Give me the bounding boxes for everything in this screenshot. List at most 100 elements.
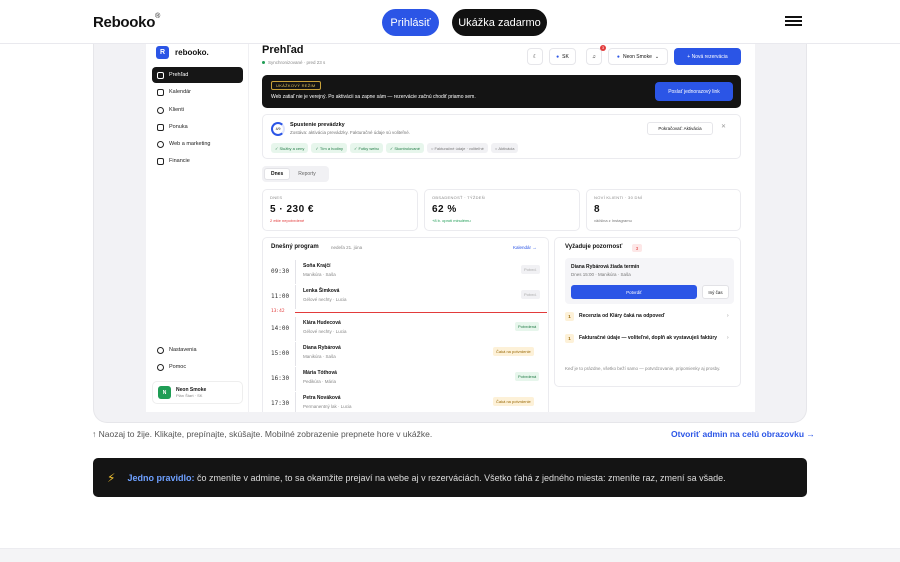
attention-title: Vyžaduje pozornosť xyxy=(565,244,623,250)
launch-card: 4/9 Spustenie prevádzky Zostáva: aktivác… xyxy=(262,114,741,159)
logo-mark: ® xyxy=(155,13,160,20)
close-icon[interactable]: ✕ xyxy=(721,123,726,130)
current-time-line xyxy=(295,312,547,313)
open-fullscreen-admin-link[interactable]: Otvoriť admin na celú obrazovku → xyxy=(671,429,815,439)
demo-mode-tag: UKÁŽKOVÝ REŽIM xyxy=(271,81,321,90)
language-dot-icon: ● xyxy=(556,53,560,60)
language-label: SK xyxy=(562,53,569,60)
item-text: Fakturačné údaje — voliteľné, doplň ak v… xyxy=(579,335,718,341)
user-card[interactable]: N Neon Smoke Plán Štart · SK xyxy=(152,381,243,404)
stat-value: 5 · 230 € xyxy=(270,204,314,215)
confirm-button[interactable]: Potvrdiť xyxy=(571,285,697,299)
grid-icon xyxy=(157,71,164,79)
sidebar-item-clients[interactable]: Klienti xyxy=(152,102,243,118)
login-button[interactable]: Prihlásiť xyxy=(382,9,439,36)
stat-label: OBSADENOSŤ · TÝŽDEŇ xyxy=(432,195,485,200)
step-chip[interactable]: ✓ Fotky webu xyxy=(349,143,383,153)
logo[interactable]: Rebooko® xyxy=(93,13,160,31)
sync-status: Synchronizované · pred 23 s xyxy=(262,60,325,65)
appointment-time: 11:00 xyxy=(271,293,290,300)
client-name: Mária Tóthová xyxy=(303,370,337,376)
stat-card-new-clients: NOVÍ KLIENTI · 30 DNÍ 8 väčšina z Instag… xyxy=(586,189,741,231)
status-badge: Čaká na potvrdenie xyxy=(493,397,534,406)
other-time-button[interactable]: Iný čas xyxy=(702,285,729,299)
account-dot-icon: ● xyxy=(616,53,620,60)
program-date: nedeľa 21. júna xyxy=(331,245,363,250)
client-name: Klára Hudecová xyxy=(303,320,341,326)
demo-mode-text: Web zatiaľ nie je verejný. Po aktivácii … xyxy=(271,94,476,100)
step-chip[interactable]: ✓ Tím a hodiny xyxy=(311,143,347,153)
step-chip[interactable]: ○ Aktivácia xyxy=(490,143,519,153)
attention-count-badge: 3 xyxy=(632,244,642,252)
table-row[interactable]: 17:30 Petra Nováková Permanentný lak · L… xyxy=(263,392,548,412)
hamburger-menu-icon[interactable] xyxy=(785,16,802,26)
gear-icon xyxy=(157,346,164,354)
service-info: Manikúra · Saša xyxy=(303,272,336,277)
request-details: Dnes 15:00 · Manikúra · Saša xyxy=(571,272,631,277)
table-row[interactable]: 11:00 Lenka Šimková Gélové nechty · Luci… xyxy=(263,285,548,309)
calendar-link[interactable]: Kalendár → xyxy=(513,245,537,250)
rule-lead: Jedno pravidlo: xyxy=(127,472,195,483)
chevron-right-icon: › xyxy=(727,313,729,319)
client-name: Lenka Šimková xyxy=(303,288,340,294)
send-link-button[interactable]: Poslať jednorazový link xyxy=(655,82,733,101)
attention-footnote: Keď je to prázdne, všetko beží samo — po… xyxy=(565,366,721,371)
logo-text: Rebooko xyxy=(93,14,156,31)
stat-label: DNES xyxy=(270,195,283,200)
sidebar-item-help[interactable]: Pomoc xyxy=(152,359,243,375)
service-info: Permanentný lak · Lucia xyxy=(303,404,352,409)
sync-text: Synchronizované · pred 23 s xyxy=(268,60,326,65)
sidebar-brand[interactable]: Rrebooko. xyxy=(156,46,209,59)
table-row[interactable]: 16:30 Mária Tóthová Pedikúra · Mária Pot… xyxy=(263,367,548,391)
tab-reports[interactable]: Reporty xyxy=(292,168,322,180)
appointment-time: 09:30 xyxy=(271,268,290,275)
appointment-time: 17:30 xyxy=(271,400,290,407)
step-chip[interactable]: ○ Fakturačné údaje · voliteľné xyxy=(426,143,488,153)
theme-toggle-button[interactable]: ☾ xyxy=(527,48,543,65)
language-button[interactable]: ● SK xyxy=(549,48,576,65)
globe-icon xyxy=(157,140,164,148)
appointment-time: 14:00 xyxy=(271,325,290,332)
sidebar-item-settings[interactable]: Nastavenia xyxy=(152,342,243,358)
notifications-button[interactable]: ♫ xyxy=(586,48,602,65)
table-row[interactable]: 14:00 Klára Hudecová Gélové nechty · Luc… xyxy=(263,317,548,341)
progress-ring: 4/9 xyxy=(271,122,285,136)
wallet-icon xyxy=(157,157,164,165)
table-row[interactable]: 15:00 Diana Rybárová Manikúra · Saša Čak… xyxy=(263,342,548,366)
free-demo-button[interactable]: Ukážka zadarmo xyxy=(452,9,547,36)
brand-name: rebooko. xyxy=(175,48,209,57)
tab-today[interactable]: Dnes xyxy=(264,168,291,180)
service-info: Gélové nechty · Lucia xyxy=(303,297,347,302)
account-button[interactable]: ● Neon Smoke ⌄ xyxy=(608,48,668,65)
sidebar-item-label: Pomoc xyxy=(169,364,187,370)
sidebar-item-web-marketing[interactable]: Web a marketing xyxy=(152,136,243,152)
brand-logo-icon: R xyxy=(156,46,169,59)
status-badge: Potvrdená xyxy=(515,372,540,381)
sidebar-item-calendar[interactable]: Kalendár xyxy=(152,84,243,100)
client-name: Soňa Krajčí xyxy=(303,263,331,269)
sidebar-item-label: Financie xyxy=(169,158,190,164)
sidebar-item-label: Web a marketing xyxy=(169,141,211,147)
chevron-right-icon: › xyxy=(727,335,729,341)
stat-value: 62 % xyxy=(432,204,457,215)
launch-title: Spustenie prevádzky xyxy=(290,122,345,128)
avatar: N xyxy=(158,386,171,399)
stat-subtext: väčšina z Instagramu xyxy=(594,218,632,223)
step-chip[interactable]: ✓ Služby a ceny xyxy=(271,143,309,153)
table-row[interactable]: 09:30 Soňa Krajčí Manikúra · Saša Potvrd… xyxy=(263,260,548,284)
sidebar-item-finance[interactable]: Financie xyxy=(152,153,243,169)
step-chip[interactable]: ✓ Skontrolované xyxy=(385,143,424,153)
current-time: 13:42 xyxy=(271,309,285,314)
continue-activation-button[interactable]: Pokračovať: Aktivácia xyxy=(647,122,713,135)
item-text: Recenzia od Kláry čaká na odpoveď xyxy=(579,313,665,319)
new-booking-button[interactable]: + Nová rezervácia xyxy=(674,48,741,65)
sidebar-item-offer[interactable]: Ponuka xyxy=(152,119,243,135)
lightning-icon: ⚡ xyxy=(107,470,116,485)
sidebar-item-overview[interactable]: Prehľad xyxy=(152,67,243,83)
client-name: Diana Rybárová xyxy=(303,345,341,351)
status-badge: Potvrdená xyxy=(515,322,540,331)
service-info: Pedikúra · Mária xyxy=(303,379,337,384)
page-title: Prehľad xyxy=(262,44,304,56)
sidebar-item-label: Ponuka xyxy=(169,124,188,130)
item-count: 1 xyxy=(565,312,574,321)
